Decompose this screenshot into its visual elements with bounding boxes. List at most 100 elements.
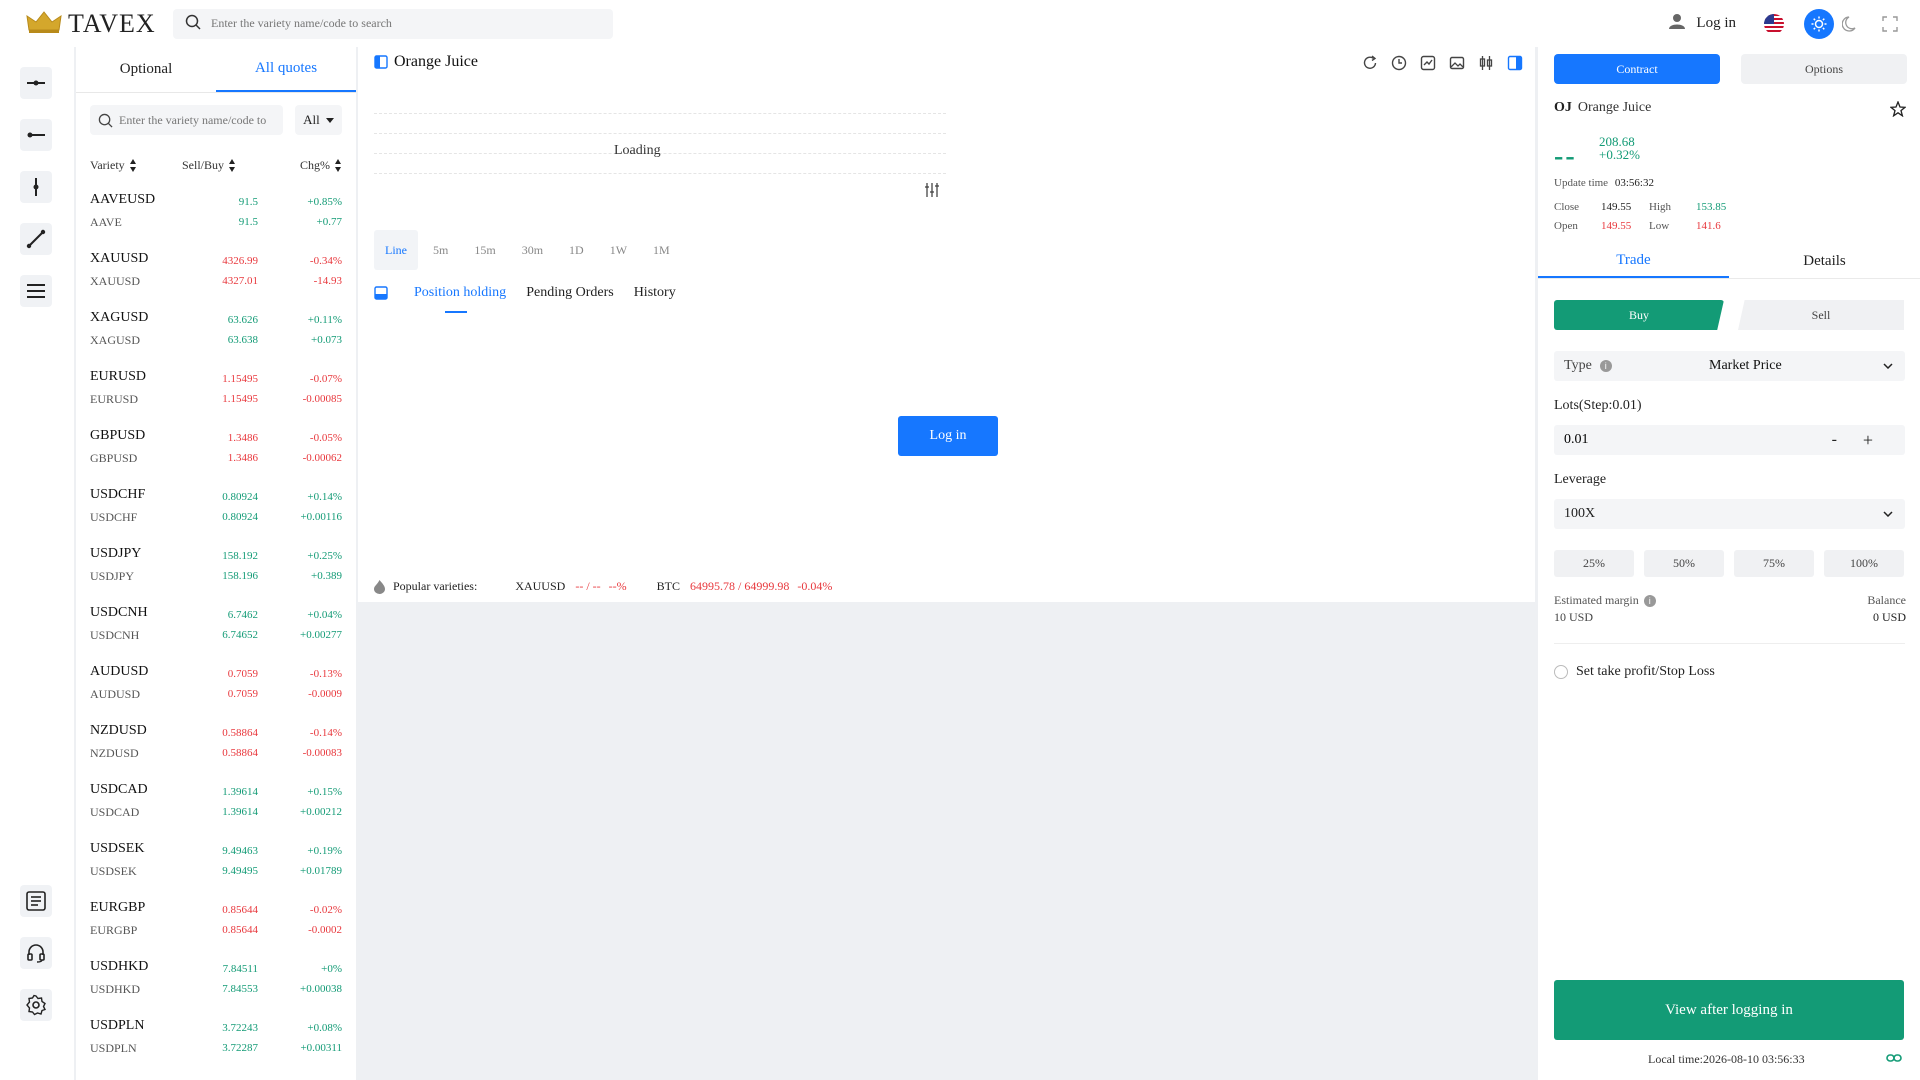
period-15m[interactable]: 15m xyxy=(463,230,506,270)
table-row[interactable]: USDCHF USDCHF 0.80924 0.80924 +0.14% +0.00116 xyxy=(76,479,356,538)
quote-buy-price: 0.7059 xyxy=(227,688,258,700)
leverage-label: Leverage xyxy=(1554,472,1607,487)
fullscreen-icon[interactable] xyxy=(1882,15,1898,32)
table-row[interactable]: XAUUSD XAUUSD 4326.99 4327.01 -0.34% -14.93 xyxy=(76,243,356,302)
period-30m[interactable]: 30m xyxy=(511,230,554,270)
view-after-login-button[interactable]: View after logging in xyxy=(1554,980,1904,1040)
quote-sell-price: 9.49463 xyxy=(222,845,258,857)
horizontal-line-tool-icon[interactable] xyxy=(20,67,52,99)
candlestick-icon[interactable] xyxy=(1478,55,1494,71)
table-row[interactable]: GBPUSD GBPUSD 1.3486 1.3486 -0.05% -0.00062 xyxy=(76,420,356,479)
period-1d[interactable]: 1D xyxy=(558,230,595,270)
collapse-panel-icon[interactable] xyxy=(374,286,388,300)
tab-optional[interactable]: Optional xyxy=(76,47,216,92)
tab-history[interactable]: History xyxy=(634,281,676,305)
table-row[interactable]: EURUSD EURUSD 1.15495 1.15495 -0.07% -0.00085 xyxy=(76,361,356,420)
sell-button[interactable]: Sell xyxy=(1738,300,1904,330)
quotes-search-input[interactable] xyxy=(119,112,279,128)
period-1m[interactable]: 1M xyxy=(642,230,681,270)
quote-code: GBPUSD xyxy=(90,451,138,465)
tab-options[interactable]: Options xyxy=(1741,54,1907,84)
percent-75-button[interactable]: 75% xyxy=(1734,550,1814,577)
percent-50-button[interactable]: 50% xyxy=(1644,550,1724,577)
quotes-search[interactable] xyxy=(90,105,283,135)
light-mode-button[interactable] xyxy=(1804,8,1834,39)
clock-icon[interactable] xyxy=(1391,55,1407,71)
period-1w[interactable]: 1W xyxy=(599,230,638,270)
percent-25-button[interactable]: 25% xyxy=(1554,550,1634,577)
info-icon[interactable]: i xyxy=(1643,594,1656,607)
symbol-header: OJ Orange Juice xyxy=(1554,100,1651,116)
refresh-icon[interactable] xyxy=(1362,55,1378,71)
panel-toggle-icon[interactable] xyxy=(374,55,388,69)
lots-input[interactable] xyxy=(1564,432,1804,448)
login-link[interactable]: Log in xyxy=(1668,12,1736,35)
screenshot-icon[interactable] xyxy=(1449,55,1465,71)
quote-buy-price: 91.5 xyxy=(238,216,258,228)
popular-item-name[interactable]: BTC xyxy=(657,579,680,594)
table-row[interactable]: AAVEUSD AAVE 91.5 91.5 +0.85% +0.77 xyxy=(76,184,356,243)
table-row[interactable]: XAGUSD XAGUSD 63.626 63.638 +0.11% +0.073 xyxy=(76,302,356,361)
support-headset-icon[interactable] xyxy=(20,937,52,969)
quote-buy-price: 158.196 xyxy=(222,570,258,582)
moon-icon[interactable] xyxy=(1842,15,1860,33)
drawing-toolbar xyxy=(0,47,74,1080)
update-time-value: 03:56:32 xyxy=(1614,177,1654,189)
tab-position-holding[interactable]: Position holding xyxy=(414,281,506,313)
global-search[interactable] xyxy=(173,8,613,39)
buy-button[interactable]: Buy xyxy=(1554,300,1724,330)
ray-tool-icon[interactable] xyxy=(20,119,52,151)
table-row[interactable]: USDJPY USDJPY 158.192 158.196 +0.25% +0.389 xyxy=(76,538,356,597)
quote-change: -0.0002 xyxy=(308,924,342,936)
quote-change-pct: +0.04% xyxy=(307,609,342,621)
tab-contract[interactable]: Contract xyxy=(1554,54,1720,84)
info-icon[interactable]: i xyxy=(1599,360,1612,372)
sort-sell-buy[interactable]: Sell/Buy xyxy=(182,158,274,173)
tab-details[interactable]: Details xyxy=(1729,245,1920,278)
settings-icon[interactable] xyxy=(20,989,52,1021)
indicator-settings-icon[interactable] xyxy=(924,182,940,198)
percent-100-button[interactable]: 100% xyxy=(1824,550,1904,577)
lots-minus-button[interactable]: - xyxy=(1832,431,1837,449)
price-placeholder: -- xyxy=(1554,141,1577,172)
table-row[interactable]: USDPLN USDPLN 3.72243 3.72287 +0.08% +0.00311 xyxy=(76,1010,356,1069)
tab-pending-orders[interactable]: Pending Orders xyxy=(526,281,614,305)
news-icon[interactable] xyxy=(20,885,52,917)
leverage-select[interactable]: 100X xyxy=(1554,499,1905,529)
vertical-line-tool-icon[interactable] xyxy=(20,171,52,203)
period-line[interactable]: Line xyxy=(374,230,418,270)
order-type-select[interactable]: Type i Market Price xyxy=(1554,351,1905,381)
favorite-star-icon[interactable] xyxy=(1890,101,1906,117)
lots-plus-button[interactable]: + xyxy=(1863,430,1873,451)
table-row[interactable]: NZDUSD NZDUSD 0.58864 0.58864 -0.14% -0.00083 xyxy=(76,715,356,774)
period-5m[interactable]: 5m xyxy=(422,230,459,270)
trend-line-tool-icon[interactable] xyxy=(20,223,52,255)
quote-sell-price: 7.84511 xyxy=(222,963,258,975)
global-search-input[interactable] xyxy=(211,16,591,31)
margin-label: Estimated margin xyxy=(1554,593,1639,607)
quote-change: +0.389 xyxy=(311,570,342,582)
parallel-lines-tool-icon[interactable] xyxy=(20,275,52,307)
take-profit-stop-loss-toggle[interactable]: Set take profit/Stop Loss xyxy=(1554,664,1715,680)
table-row[interactable]: USDHKD USDHKD 7.84511 7.84553 +0% +0.00038 xyxy=(76,951,356,1010)
symbol-code: OJ xyxy=(1554,100,1572,115)
tab-all-quotes[interactable]: All quotes xyxy=(216,47,356,92)
quote-symbol: USDCHF xyxy=(90,487,146,502)
layout-panel-icon[interactable] xyxy=(1507,55,1523,71)
logo[interactable]: TAVEX xyxy=(26,9,155,39)
indicator-chart-icon[interactable] xyxy=(1420,55,1436,71)
table-row[interactable]: USDCNH USDCNH 6.7462 6.74652 +0.04% +0.00277 xyxy=(76,597,356,656)
table-row[interactable]: USDSEK USDSEK 9.49463 9.49495 +0.19% +0.01789 xyxy=(76,833,356,892)
table-row[interactable]: AUDUSD AUDUSD 0.7059 0.7059 -0.13% -0.0009 xyxy=(76,656,356,715)
table-row[interactable]: EURGBP EURGBP 0.85644 0.85644 -0.02% -0.0002 xyxy=(76,892,356,951)
category-filter[interactable]: All xyxy=(294,105,342,135)
quote-change-pct: -0.07% xyxy=(309,373,342,385)
login-button[interactable]: Log in xyxy=(898,416,998,456)
tab-trade[interactable]: Trade xyxy=(1538,245,1729,278)
us-flag-icon[interactable] xyxy=(1764,13,1784,34)
popular-item-name[interactable]: XAUUSD xyxy=(515,579,565,594)
sort-variety[interactable]: Variety xyxy=(90,158,182,173)
table-row[interactable]: USDCAD USDCAD 1.39614 1.39614 +0.15% +0.00212 xyxy=(76,774,356,833)
sort-change[interactable]: Chg% xyxy=(274,158,342,173)
quote-code: USDCHF xyxy=(90,510,138,524)
